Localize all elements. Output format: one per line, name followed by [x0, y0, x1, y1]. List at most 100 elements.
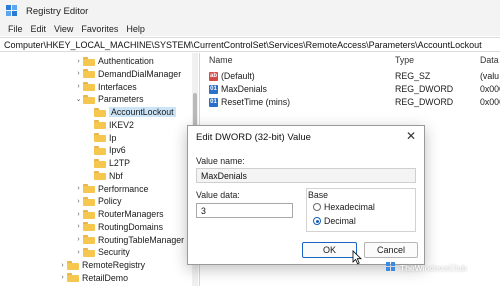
value-name: MaxDenials: [221, 84, 267, 94]
tree-item-policy[interactable]: › Policy: [74, 195, 121, 207]
chevron-right-icon[interactable]: ›: [74, 223, 83, 230]
radio-decimal[interactable]: Decimal: [313, 216, 356, 226]
folder-icon: [67, 260, 79, 270]
tree-item-label: Interfaces: [98, 81, 137, 92]
value-data-label: Value data:: [196, 190, 240, 200]
edit-dword-dialog: Edit DWORD (32-bit) Value ✕ Value name: …: [187, 125, 425, 265]
folder-icon: [83, 56, 95, 66]
tree-item-label: AccountLockout: [109, 107, 176, 117]
value-row[interactable]: ab (Default) REG_SZ (valu: [209, 70, 499, 82]
column-header-type[interactable]: Type: [395, 55, 414, 67]
folder-icon: [83, 69, 95, 79]
tree-item-label: Ip: [109, 132, 117, 143]
tree-item-label: Authentication: [98, 56, 154, 66]
chevron-right-icon[interactable]: ›: [74, 83, 83, 90]
tree-item-security[interactable]: › Security: [74, 246, 130, 258]
menu-view[interactable]: View: [50, 24, 77, 34]
tree-item-ikev2[interactable]: IKEV2: [85, 119, 134, 131]
value-data-field[interactable]: 3: [196, 203, 293, 218]
chevron-right-icon[interactable]: ›: [74, 198, 83, 205]
menu-favorites[interactable]: Favorites: [77, 24, 122, 34]
title-bar: Registry Editor: [0, 0, 500, 22]
address-bar[interactable]: Computer\HKEY_LOCAL_MACHINE\SYSTEM\Curre…: [0, 37, 500, 52]
folder-icon: [94, 133, 106, 142]
chevron-right-icon[interactable]: ›: [74, 236, 83, 243]
tree-item-label: RetailDemo: [82, 272, 128, 283]
folder-icon: [94, 120, 106, 130]
tree-item-retaildemo[interactable]: › RetailDemo: [58, 272, 128, 284]
tree-item-label: RoutingDomains: [98, 221, 164, 232]
folder-icon: [83, 209, 95, 219]
tree-item-demanddialmanager[interactable]: › DemandDialManager: [74, 68, 181, 80]
dword-value-icon: 01: [209, 84, 218, 94]
tree-item-remoteregistry[interactable]: › RemoteRegistry: [58, 259, 145, 271]
value-data: 0x000: [480, 97, 500, 107]
radio-button[interactable]: [313, 203, 321, 211]
registry-editor-icon: [6, 5, 18, 17]
tree-item-label: RouterManagers: [98, 209, 164, 219]
chevron-right-icon[interactable]: ›: [74, 185, 83, 192]
tree-item-authentication[interactable]: › Authentication: [74, 55, 154, 67]
value-type: REG_SZ: [395, 71, 431, 81]
ok-button[interactable]: OK: [302, 242, 357, 258]
watermark: TheWindowsClub: [386, 262, 467, 273]
tree-item-nbf[interactable]: Nbf: [85, 170, 123, 182]
value-name-field[interactable]: MaxDenials: [196, 168, 416, 183]
folder-icon: [83, 94, 95, 104]
chevron-right-icon[interactable]: ›: [74, 58, 83, 65]
chevron-right-icon[interactable]: ›: [74, 211, 83, 218]
folder-icon: [94, 171, 106, 181]
menu-file[interactable]: File: [4, 24, 27, 34]
radio-button-selected[interactable]: [313, 217, 321, 225]
folder-icon: [83, 184, 95, 193]
chevron-right-icon[interactable]: ›: [74, 249, 83, 256]
chevron-right-icon[interactable]: ›: [74, 70, 83, 77]
dword-value-icon: 01: [209, 97, 218, 107]
menu-help[interactable]: Help: [122, 24, 149, 34]
folder-icon: [94, 145, 106, 155]
tree-item-ip[interactable]: Ip: [85, 132, 116, 144]
radio-hexadecimal[interactable]: Hexadecimal: [313, 202, 375, 212]
tree-item-parameters[interactable]: ⌄ Parameters: [74, 93, 144, 105]
folder-icon: [83, 235, 95, 244]
value-name-label: Value name:: [196, 156, 245, 166]
string-value-icon: ab: [209, 71, 218, 81]
tree-item-label: Ipv6: [109, 145, 126, 156]
tree-item-accountlockout[interactable]: AccountLockout: [85, 106, 176, 118]
window-title: Registry Editor: [26, 5, 89, 17]
tree-item-performance[interactable]: › Performance: [74, 183, 148, 195]
tree-item-label: Policy: [98, 196, 122, 207]
tree-item-routermanagers[interactable]: › RouterManagers: [74, 208, 164, 220]
value-type: REG_DWORD: [395, 84, 454, 94]
value-row[interactable]: 01 MaxDenials REG_DWORD 0x000: [209, 83, 500, 95]
close-icon[interactable]: ✕: [406, 129, 416, 143]
tree-item-interfaces[interactable]: › Interfaces: [74, 81, 137, 93]
tree-item-label: DemandDialManager: [98, 68, 182, 79]
folder-icon: [94, 107, 106, 117]
menu-edit[interactable]: Edit: [27, 24, 51, 34]
value-type: REG_DWORD: [395, 97, 454, 107]
tree-item-label: Parameters: [98, 94, 144, 105]
cancel-button[interactable]: Cancel: [364, 242, 418, 258]
chevron-down-icon[interactable]: ⌄: [74, 95, 83, 103]
tree-item-label: IKEV2: [109, 119, 134, 130]
chevron-right-icon[interactable]: ›: [58, 262, 67, 269]
column-header-data[interactable]: Data: [480, 55, 499, 67]
tree-item-ipv6[interactable]: Ipv6: [85, 144, 126, 156]
column-header-name[interactable]: Name: [209, 55, 232, 67]
folder-icon: [94, 158, 106, 168]
tree-item-l2tp[interactable]: L2TP: [85, 157, 130, 169]
tree-item-label: L2TP: [109, 158, 131, 168]
tree-item-label: Security: [98, 247, 130, 258]
value-row[interactable]: 01 ResetTime (mins) REG_DWORD 0x000: [209, 96, 500, 108]
value-data: 0x000: [480, 84, 500, 94]
tree-item-routingdomains[interactable]: › RoutingDomains: [74, 221, 163, 233]
value-name: (Default): [221, 71, 255, 81]
chevron-right-icon[interactable]: ›: [58, 274, 67, 281]
folder-icon: [83, 222, 95, 232]
tree-item-routingtablemanager[interactable]: › RoutingTableManager: [74, 234, 184, 246]
mouse-cursor-icon: [352, 250, 362, 265]
folder-icon: [67, 273, 79, 283]
tree-item-label: Nbf: [109, 170, 123, 181]
folder-icon: [83, 82, 95, 91]
